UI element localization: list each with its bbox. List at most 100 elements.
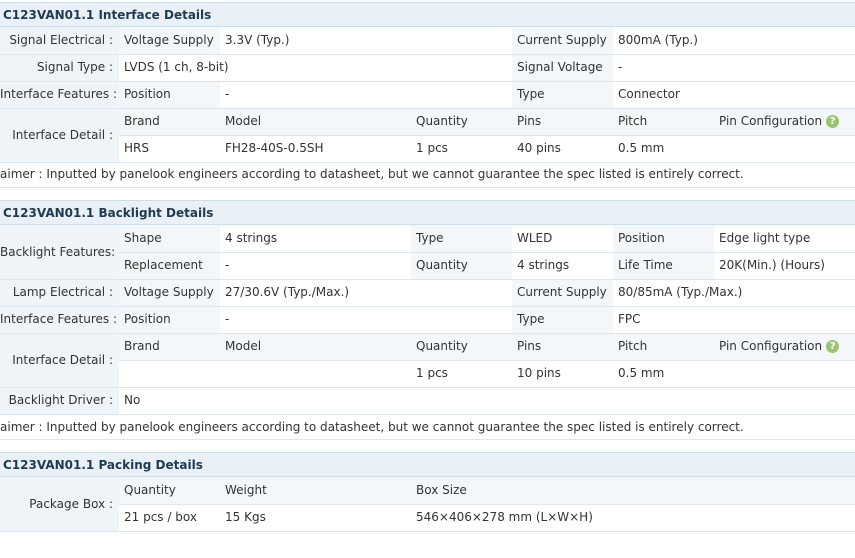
- bl-detail-header-pins: Pins: [512, 333, 613, 360]
- bl-detail-header-model: Model: [220, 333, 411, 360]
- voltage-supply-label: Voltage Supply: [119, 27, 220, 54]
- detail-pitch-value: 0.5 mm: [613, 135, 714, 162]
- divider: [0, 387, 855, 388]
- shape-label: Shape: [119, 225, 220, 252]
- shape-value: 4 strings: [220, 225, 411, 252]
- backlight-driver-label: Backlight Driver :: [0, 387, 119, 414]
- backlight-type-label: Type: [411, 225, 512, 252]
- replacement-label: Replacement: [119, 252, 220, 279]
- backlight-interface-features-label: Interface Features :: [0, 306, 119, 333]
- divider: [0, 187, 855, 188]
- detail-pin-configuration-value: [714, 135, 855, 162]
- divider: [0, 439, 855, 440]
- divider: [0, 306, 855, 307]
- divider: [0, 531, 855, 532]
- backlight-features-label: Backlight Features:: [0, 225, 119, 279]
- packing-section-header: C123VAN01.1 Packing Details: [0, 452, 855, 477]
- backlight-type-value: WLED: [512, 225, 613, 252]
- interface-detail-label: Interface Detail :: [0, 108, 119, 162]
- divider: [0, 54, 855, 55]
- voltage-supply-value: 3.3V (Typ.): [220, 27, 512, 54]
- current-supply-value: 800mA (Typ.): [613, 27, 855, 54]
- detail-quantity-value: 1 pcs: [411, 135, 512, 162]
- interface-section-header: C123VAN01.1 Interface Details: [0, 2, 855, 27]
- bl-pin-configuration-label: Pin Configuration: [719, 339, 823, 353]
- signal-type-value: LVDS (1 ch, 8-bit): [119, 54, 512, 81]
- backlight-position-value: Edge light type: [714, 225, 855, 252]
- bl-detail-header-brand: Brand: [119, 333, 220, 360]
- divider: [0, 81, 855, 82]
- divider: [0, 279, 855, 280]
- backlight-quantity-value: 4 strings: [512, 252, 613, 279]
- lamp-voltage-supply-value: 27/30.6V (Typ./Max.): [220, 279, 512, 306]
- divider: [119, 504, 855, 505]
- backlight-driver-value: No: [119, 387, 855, 414]
- backlight-section-title: C123VAN01.1 Backlight Details: [3, 206, 214, 220]
- detail-pins-value: 40 pins: [512, 135, 613, 162]
- current-supply-label: Current Supply: [512, 27, 613, 54]
- detail-brand-value: HRS: [119, 135, 220, 162]
- divider: [0, 414, 855, 415]
- divider: [0, 108, 855, 109]
- packing-header-box-size: Box Size: [411, 477, 855, 504]
- divider: [0, 333, 855, 334]
- packing-box-size-value: 546×406×278 mm (L×W×H): [411, 504, 855, 531]
- backlight-interface-detail-label: Interface Detail :: [0, 333, 119, 387]
- packing-header-quantity: Quantity: [119, 477, 220, 504]
- help-icon[interactable]: ?: [826, 340, 840, 353]
- divider: [119, 135, 855, 136]
- life-time-value: 20K(Min.) (Hours): [714, 252, 855, 279]
- interface-section-title: C123VAN01.1 Interface Details: [3, 8, 212, 22]
- packing-header-weight: Weight: [220, 477, 411, 504]
- divider: [119, 252, 855, 253]
- detail-header-brand: Brand: [119, 108, 220, 135]
- bl-detail-brand-value: [119, 360, 220, 387]
- detail-header-quantity: Quantity: [411, 108, 512, 135]
- pin-configuration-label: Pin Configuration: [719, 114, 823, 128]
- interface-disclaimer: aimer : Inputted by panelook engineers a…: [0, 167, 744, 181]
- backlight-quantity-label: Quantity: [411, 252, 512, 279]
- bl-detail-quantity-value: 1 pcs: [411, 360, 512, 387]
- detail-header-pin-configuration: Pin Configuration?: [714, 108, 855, 135]
- backlight-if-type-value: FPC: [613, 306, 855, 333]
- position-value: -: [220, 81, 512, 108]
- signal-voltage-value: -: [613, 54, 855, 81]
- bl-detail-header-pitch: Pitch: [613, 333, 714, 360]
- divider: [119, 360, 855, 361]
- lamp-voltage-supply-label: Voltage Supply: [119, 279, 220, 306]
- signal-type-label: Signal Type :: [0, 54, 119, 81]
- signal-electrical-label: Signal Electrical :: [0, 27, 119, 54]
- detail-header-model: Model: [220, 108, 411, 135]
- packing-quantity-value: 21 pcs / box: [119, 504, 220, 531]
- type-label: Type: [512, 81, 613, 108]
- replacement-value: -: [220, 252, 411, 279]
- position-label: Position: [119, 81, 220, 108]
- lamp-electrical-label: Lamp Electrical :: [0, 279, 119, 306]
- bl-detail-pitch-value: 0.5 mm: [613, 360, 714, 387]
- backlight-position-label: Position: [613, 225, 714, 252]
- packing-weight-value: 15 Kgs: [220, 504, 411, 531]
- backlight-disclaimer: aimer : Inputted by panelook engineers a…: [0, 420, 744, 434]
- bl-detail-header-pin-configuration: Pin Configuration?: [714, 333, 855, 360]
- backlight-if-position-label: Position: [119, 306, 220, 333]
- help-icon[interactable]: ?: [826, 115, 840, 128]
- backlight-if-position-value: -: [220, 306, 512, 333]
- bl-detail-pin-configuration-value: [714, 360, 855, 387]
- bl-detail-pins-value: 10 pins: [512, 360, 613, 387]
- interface-features-label: Interface Features :: [0, 81, 119, 108]
- lamp-current-supply-label: Current Supply: [512, 279, 613, 306]
- bl-detail-header-quantity: Quantity: [411, 333, 512, 360]
- backlight-if-type-label: Type: [512, 306, 613, 333]
- package-box-label: Package Box :: [0, 477, 119, 531]
- backlight-section-header: C123VAN01.1 Backlight Details: [0, 200, 855, 225]
- packing-section-title: C123VAN01.1 Packing Details: [3, 458, 203, 472]
- life-time-label: Life Time: [613, 252, 714, 279]
- detail-model-value: FH28-40S-0.5SH: [220, 135, 411, 162]
- lamp-current-supply-value: 80/85mA (Typ./Max.): [613, 279, 855, 306]
- detail-header-pitch: Pitch: [613, 108, 714, 135]
- signal-voltage-label: Signal Voltage: [512, 54, 613, 81]
- type-value: Connector: [613, 81, 855, 108]
- detail-header-pins: Pins: [512, 108, 613, 135]
- divider: [0, 162, 855, 163]
- bl-detail-model-value: [220, 360, 411, 387]
